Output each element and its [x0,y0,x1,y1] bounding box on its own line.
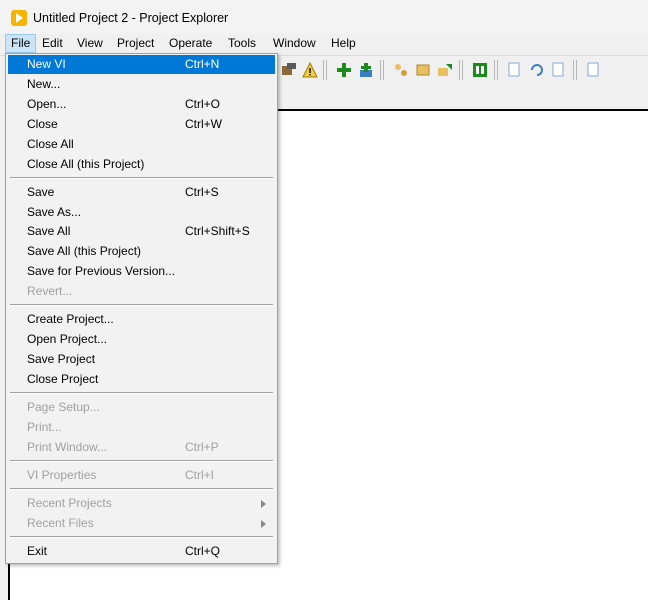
menu-bar: File Edit View Project Operate Tools Win… [0,34,648,53]
menu-item-label: Save All (this Project) [27,244,142,258]
menu-view[interactable]: View [72,34,108,53]
warning-icon[interactable] [302,62,318,78]
menu-item-save-all[interactable]: Save All Ctrl+Shift+S [8,222,275,241]
menu-item-save-all-project[interactable]: Save All (this Project) [8,242,275,261]
menu-item-shortcut: Ctrl+W [185,117,222,131]
menu-file[interactable]: File [5,34,37,53]
menu-item-label: Save [27,185,55,199]
menu-item-label: Page Setup... [27,400,100,414]
menu-item-shortcut: Ctrl+N [185,57,220,71]
menu-item-close-all[interactable]: Close All [8,135,275,154]
menu-item-label: Create Project... [27,312,114,326]
build-icon[interactable] [393,62,409,78]
menu-item-label: Close All [27,137,74,151]
menu-item-label: Open... [27,97,67,111]
menu-item-save[interactable]: Save Ctrl+S [8,183,275,202]
menu-item-label: Print Window... [27,440,108,454]
menu-item-save-previous-version[interactable]: Save for Previous Version... [8,262,275,281]
menu-item-label: Print... [27,420,62,434]
toolbar-separator [323,60,327,80]
menu-item-label: New VI [27,57,66,71]
menu-item-close[interactable]: Close Ctrl+W [8,115,275,134]
menu-separator [10,536,273,538]
toolbar-separator [494,60,498,80]
menu-item-print: Print... [8,418,275,437]
menu-item-shortcut: Ctrl+I [185,468,215,482]
menu-item-exit[interactable]: Exit Ctrl+Q [8,542,275,561]
menu-separator [10,392,273,394]
menu-item-shortcut: Ctrl+Shift+S [185,224,250,238]
menu-item-recent-files: Recent Files [8,514,275,533]
menu-project[interactable]: Project [112,34,159,53]
menu-item-new[interactable]: New... [8,75,275,94]
menu-item-label: Save for Previous Version... [27,264,176,278]
menu-item-shortcut: Ctrl+Q [185,544,221,558]
add-folder-icon[interactable] [358,62,374,78]
menu-separator [10,488,273,490]
menu-item-label: Open Project... [27,332,108,346]
menu-item-label: Revert... [27,284,73,298]
menu-item-save-as[interactable]: Save As... [8,203,275,222]
menu-item-label: Save Project [27,352,96,366]
export-icon[interactable] [437,62,453,78]
menu-item-new-vi[interactable]: New VI Ctrl+N [8,55,275,74]
deploy-icon[interactable] [415,62,431,78]
menu-item-revert: Revert... [8,282,275,301]
menu-separator [10,177,273,179]
window-title: Untitled Project 2 - Project Explorer [33,11,229,25]
app-logo-icon [11,10,27,26]
file-up-icon[interactable] [551,62,567,78]
menu-item-label: Exit [27,544,48,558]
menu-operate[interactable]: Operate [164,34,217,53]
title-bar: Untitled Project 2 - Project Explorer [0,0,648,34]
menu-item-label: Save All [27,224,71,238]
menu-item-shortcut: Ctrl+S [185,185,219,199]
menu-item-label: New... [27,77,61,91]
menu-separator [10,460,273,462]
toolbar-separator [380,60,384,80]
menu-item-label: Close Project [27,372,99,386]
submenu-arrow-icon [261,520,266,528]
menu-item-recent-projects: Recent Projects [8,494,275,513]
menu-item-shortcut: Ctrl+P [185,440,219,454]
file-check-icon[interactable] [507,62,523,78]
menu-item-close-project[interactable]: Close Project [8,370,275,389]
menu-item-label: Save As... [27,205,82,219]
menu-edit[interactable]: Edit [37,34,68,53]
menu-item-label: Recent Files [27,516,94,530]
menu-item-label: VI Properties [27,468,97,482]
project-settings-icon[interactable] [281,62,297,78]
menu-separator [10,304,273,306]
menu-help[interactable]: Help [326,34,361,53]
file-add-icon[interactable] [586,62,602,78]
menu-tools[interactable]: Tools [223,34,261,53]
menu-item-vi-properties: VI Properties Ctrl+I [8,466,275,485]
file-menu-dropdown: New VI Ctrl+N New... Open... Ctrl+O Clos… [5,53,278,564]
menu-item-print-window: Print Window... Ctrl+P [8,438,275,457]
toolbar-separator [573,60,577,80]
submenu-arrow-icon [261,500,266,508]
menu-item-open[interactable]: Open... Ctrl+O [8,95,275,114]
menu-item-close-all-project[interactable]: Close All (this Project) [8,155,275,174]
menu-item-page-setup: Page Setup... [8,398,275,417]
menu-item-shortcut: Ctrl+O [185,97,221,111]
menu-item-label: Recent Projects [27,496,112,510]
menu-item-label: Close All (this Project) [27,157,145,171]
menu-window[interactable]: Window [268,34,321,53]
menu-item-save-project[interactable]: Save Project [8,350,275,369]
menu-item-open-project[interactable]: Open Project... [8,330,275,349]
menu-item-label: Close [27,117,58,131]
menu-item-create-project[interactable]: Create Project... [8,310,275,329]
run-icon[interactable] [472,62,488,78]
add-item-icon[interactable] [336,62,352,78]
undo-icon[interactable] [529,62,545,78]
toolbar-separator [459,60,463,80]
